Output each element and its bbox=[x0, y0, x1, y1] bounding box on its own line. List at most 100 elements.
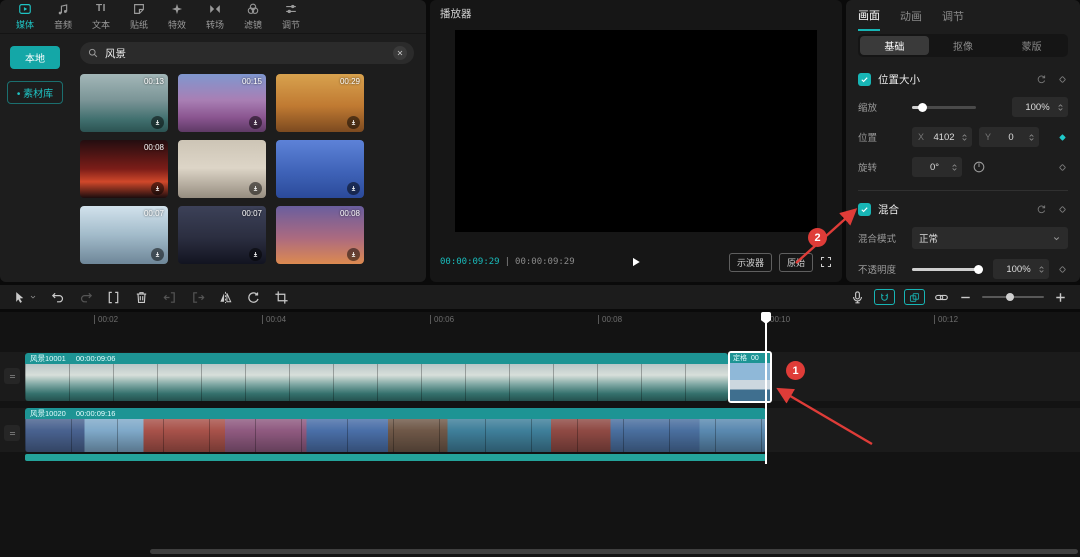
properties-tabs: 画面 动画 调节 bbox=[858, 0, 1068, 30]
download-button[interactable] bbox=[249, 248, 262, 261]
track-2-toggle[interactable] bbox=[4, 425, 20, 441]
stepper-arrows-icon[interactable] bbox=[1028, 132, 1035, 143]
media-thumbnail[interactable] bbox=[276, 140, 364, 198]
tab-animation[interactable]: 动画 bbox=[900, 0, 922, 30]
opacity-label: 不透明度 bbox=[858, 262, 912, 276]
opacity-keyframe-icon[interactable] bbox=[1057, 264, 1068, 275]
blend-mode-dropdown[interactable]: 正常 bbox=[912, 227, 1068, 249]
search-clear-button[interactable] bbox=[393, 46, 407, 60]
split-button[interactable] bbox=[106, 290, 121, 305]
tab-transition[interactable]: 转场 bbox=[196, 2, 234, 31]
media-thumbnail[interactable]: 00:08 bbox=[276, 206, 364, 264]
reset-icon[interactable] bbox=[1036, 74, 1047, 85]
media-thumbnail[interactable] bbox=[178, 140, 266, 198]
media-thumbnail[interactable]: 00:29 bbox=[276, 74, 364, 132]
horizontal-scrollbar[interactable] bbox=[150, 549, 1078, 554]
redo-button[interactable] bbox=[78, 290, 93, 305]
stepper-arrows-icon[interactable] bbox=[951, 162, 958, 173]
scale-slider[interactable] bbox=[912, 106, 976, 109]
rotation-dial-icon[interactable] bbox=[972, 160, 986, 174]
download-button[interactable] bbox=[151, 116, 164, 129]
subtab-basic[interactable]: 基础 bbox=[860, 36, 929, 55]
crop-button[interactable] bbox=[274, 290, 289, 305]
timeline-clip-1[interactable]: 风景10001 00:00:09:06 bbox=[25, 353, 728, 401]
tab-filter[interactable]: 滤镜 bbox=[234, 2, 272, 31]
snap-toggle-button[interactable] bbox=[904, 289, 925, 305]
mirror-button[interactable] bbox=[218, 290, 233, 305]
media-thumbnail[interactable]: 00:07 bbox=[178, 206, 266, 264]
select-tool-button[interactable] bbox=[12, 290, 37, 305]
opacity-slider[interactable] bbox=[912, 268, 982, 271]
keyframe-icon[interactable] bbox=[1057, 74, 1068, 85]
position-keyframe-icon[interactable] bbox=[1057, 132, 1068, 143]
adjust-icon bbox=[284, 2, 298, 16]
zoom-out-button[interactable] bbox=[958, 290, 973, 305]
slider-knob[interactable] bbox=[918, 103, 927, 112]
media-thumbnail[interactable]: 00:13 bbox=[80, 74, 168, 132]
tab-picture[interactable]: 画面 bbox=[858, 0, 880, 31]
fullscreen-icon[interactable] bbox=[820, 256, 832, 268]
sidebar-item-local[interactable]: 本地 bbox=[10, 46, 60, 69]
download-button[interactable] bbox=[347, 248, 360, 261]
download-icon bbox=[251, 184, 260, 193]
play-button[interactable] bbox=[630, 256, 642, 268]
thumbnail-duration: 00:08 bbox=[144, 143, 164, 152]
timeline-clip-2[interactable]: 风景10020 00:00:09:16 bbox=[25, 408, 766, 452]
download-icon bbox=[153, 184, 162, 193]
clip-2-audio-strip[interactable] bbox=[25, 454, 766, 461]
subtab-mask[interactable]: 蒙版 bbox=[997, 36, 1066, 55]
media-thumbnail[interactable]: 00:08 bbox=[80, 140, 168, 198]
zoom-slider-knob[interactable] bbox=[1006, 293, 1014, 301]
rotate-button[interactable] bbox=[246, 290, 261, 305]
media-thumbnail[interactable]: 00:07 bbox=[80, 206, 168, 264]
tab-adjustment[interactable]: 调节 bbox=[942, 0, 964, 30]
position-x-stepper[interactable]: X 4102 bbox=[912, 127, 972, 147]
track-1-toggle[interactable] bbox=[4, 368, 20, 384]
keyframe-icon[interactable] bbox=[1057, 204, 1068, 215]
zoom-in-button[interactable] bbox=[1053, 290, 1068, 305]
original-quality-button[interactable]: 原始 bbox=[779, 253, 813, 272]
download-button[interactable] bbox=[347, 116, 360, 129]
playhead[interactable] bbox=[765, 312, 767, 464]
download-button[interactable] bbox=[151, 182, 164, 195]
media-thumbnail[interactable]: 00:15 bbox=[178, 74, 266, 132]
tab-text[interactable]: TI 文本 bbox=[82, 2, 120, 31]
reset-icon[interactable] bbox=[1036, 204, 1047, 215]
scale-stepper[interactable]: 100% bbox=[1012, 97, 1068, 117]
tab-media[interactable]: 媒体 bbox=[6, 2, 44, 31]
magnet-toggle-button[interactable] bbox=[874, 289, 895, 305]
tab-sticker[interactable]: 贴纸 bbox=[120, 2, 158, 31]
rotation-stepper[interactable]: 0° bbox=[912, 157, 962, 177]
tab-effects[interactable]: 特效 bbox=[158, 2, 196, 31]
scope-button[interactable]: 示波器 bbox=[729, 253, 772, 272]
download-button[interactable] bbox=[249, 182, 262, 195]
download-button[interactable] bbox=[347, 182, 360, 195]
video-preview[interactable] bbox=[455, 30, 817, 232]
linkage-button[interactable] bbox=[934, 290, 949, 305]
download-button[interactable] bbox=[151, 248, 164, 261]
rotation-keyframe-icon[interactable] bbox=[1057, 162, 1068, 173]
opacity-stepper[interactable]: 100% bbox=[993, 259, 1049, 279]
zoom-slider[interactable] bbox=[982, 296, 1044, 298]
crop-left-button[interactable] bbox=[162, 290, 177, 305]
delete-button[interactable] bbox=[134, 290, 149, 305]
stepper-arrows-icon[interactable] bbox=[1057, 102, 1064, 113]
blend-checkbox[interactable] bbox=[858, 203, 871, 216]
position-y-stepper[interactable]: Y 0 bbox=[979, 127, 1039, 147]
stepper-arrows-icon[interactable] bbox=[961, 132, 968, 143]
stepper-arrows-icon[interactable] bbox=[1038, 264, 1045, 275]
subtab-keying[interactable]: 抠像 bbox=[929, 36, 998, 55]
timeline[interactable]: 00:02 00:04 00:06 00:08 00:10 00:12 风景10… bbox=[0, 312, 1080, 557]
timeline-toolbar bbox=[0, 285, 1080, 309]
position-size-checkbox[interactable] bbox=[858, 73, 871, 86]
undo-button[interactable] bbox=[50, 290, 65, 305]
search-input[interactable] bbox=[105, 47, 387, 59]
crop-right-button[interactable] bbox=[190, 290, 205, 305]
slider-knob[interactable] bbox=[974, 265, 983, 274]
download-button[interactable] bbox=[249, 116, 262, 129]
tab-adjust[interactable]: 调节 bbox=[272, 2, 310, 31]
tab-audio[interactable]: 音频 bbox=[44, 2, 82, 31]
sidebar-item-library[interactable]: 素材库 bbox=[7, 81, 63, 104]
microphone-button[interactable] bbox=[850, 290, 865, 305]
ruler-tick: 00:06 bbox=[430, 315, 454, 324]
